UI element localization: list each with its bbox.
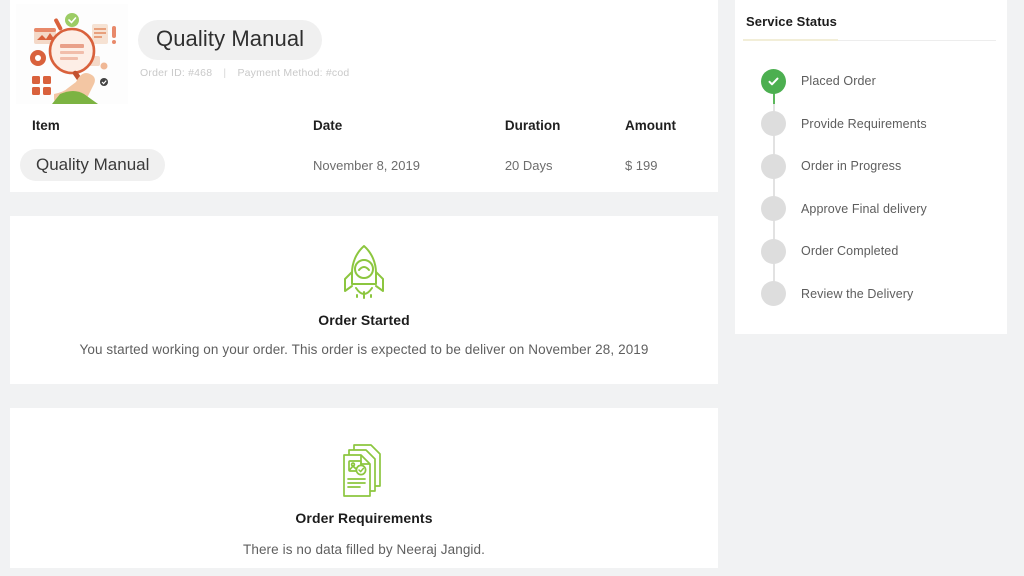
step-label: Provide Requirements (801, 116, 927, 131)
status-step-order-in-progress[interactable]: Order in Progress (761, 145, 1007, 188)
order-thumbnail (16, 4, 128, 104)
order-requirements-title: Order Requirements (295, 510, 433, 526)
step-check-icon (761, 68, 786, 94)
table-row: Quality Manual November 8, 2019 20 Days … (20, 142, 718, 188)
status-step-placed-order[interactable]: Placed Order (761, 60, 1007, 103)
order-header: Quality Manual Order ID: #468 | Payment … (10, 0, 718, 108)
order-submeta: Order ID: #468 | Payment Method: #cod (140, 67, 349, 79)
cell-duration: 20 Days (504, 157, 553, 173)
step-label: Placed Order (801, 74, 876, 89)
order-started-title: Order Started (318, 312, 410, 328)
service-status-heading: Service Status (746, 14, 838, 29)
status-step-provide-requirements[interactable]: Provide Requirements (761, 103, 1007, 146)
payment-method-label: Payment Method: #cod (237, 67, 350, 80)
order-started-description: You started working on your order. This … (79, 342, 649, 357)
status-step-order-completed[interactable]: Order Completed (761, 230, 1007, 273)
main-column: Quality Manual Order ID: #468 | Payment … (10, 0, 718, 568)
service-status-steps: Placed Order Provide Requirements Order … (735, 60, 1007, 315)
item-name: Quality Manual (20, 148, 166, 182)
step-label: Review the Delivery (801, 286, 914, 301)
column-header-duration: Duration (504, 117, 561, 133)
step-dot-icon (761, 153, 786, 179)
card-gap-2 (10, 384, 718, 408)
column-header-date: Date (312, 117, 343, 133)
step-label: Approve Final delivery (801, 201, 927, 216)
meta-separator: | (223, 67, 227, 80)
order-requirements-description: There is no data filled by Neeraj Jangid… (243, 542, 485, 557)
heading-underline (743, 38, 996, 41)
cell-amount: $ 199 (624, 157, 658, 173)
rocket-check-icon (10, 242, 718, 304)
documents-icon (10, 438, 718, 500)
step-dot-icon (761, 281, 786, 307)
order-requirements-card: Order Requirements There is no data fill… (10, 408, 718, 568)
order-meta: Quality Manual Order ID: #468 | Payment … (128, 4, 349, 79)
cell-date: November 8, 2019 (312, 157, 420, 173)
order-items-table: Item Date Duration Amount Quality Manual… (10, 108, 718, 188)
order-details-page: Quality Manual Order ID: #468 | Payment … (0, 0, 1024, 576)
cell-item: Quality Manual (20, 148, 313, 182)
column-header-amount: Amount (624, 117, 676, 133)
order-id-label: Order ID: #468 (140, 67, 213, 80)
order-summary-card: Quality Manual Order ID: #468 | Payment … (10, 0, 718, 192)
quality-search-illustration-icon (30, 13, 116, 104)
step-label: Order Completed (801, 244, 899, 259)
column-header-item: Item (32, 117, 60, 133)
service-status-card: Service Status Placed Order Provide Requ… (735, 0, 1007, 334)
step-dot-icon (761, 238, 786, 264)
status-step-approve-final-delivery[interactable]: Approve Final delivery (761, 188, 1007, 231)
order-started-card: Order Started You started working on you… (10, 216, 718, 384)
table-header-row: Item Date Duration Amount (32, 108, 718, 142)
sidebar-column: Service Status Placed Order Provide Requ… (735, 0, 1007, 334)
status-step-review-the-delivery[interactable]: Review the Delivery (761, 273, 1007, 316)
card-gap (10, 192, 718, 216)
step-dot-icon (761, 196, 786, 222)
step-label: Order in Progress (801, 159, 902, 174)
step-dot-icon (761, 111, 786, 137)
order-title: Quality Manual (138, 20, 323, 61)
